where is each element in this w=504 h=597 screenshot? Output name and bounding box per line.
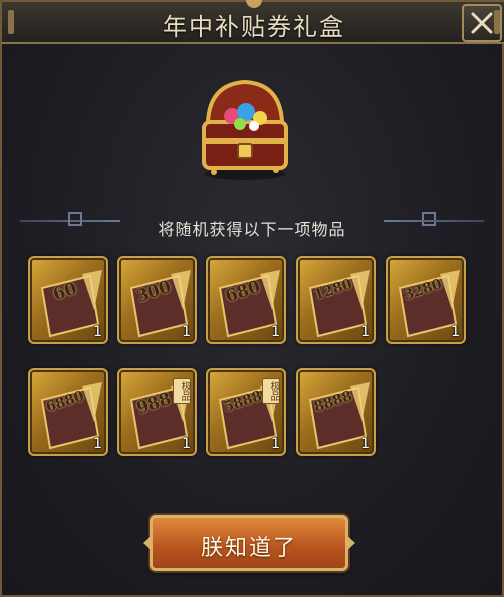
divider-ornament-right (422, 212, 436, 226)
divider-right (384, 220, 484, 222)
reward-dialog: 年中补贴券礼盒 将随机获得以下一项物品 60 1 300 1 680 1 128… (0, 0, 504, 597)
item-slot[interactable]: 680 1 (206, 256, 286, 344)
item-count: 1 (451, 324, 460, 340)
item-count: 1 (93, 324, 102, 340)
title-bar: 年中补贴券礼盒 (2, 0, 504, 44)
item-slot[interactable]: 1280 1 (296, 256, 376, 344)
item-slot[interactable]: 60 1 (28, 256, 108, 344)
item-slot[interactable]: 3280 1 (386, 256, 466, 344)
treasure-chest-icon (202, 79, 288, 180)
premium-badge: 极品 (262, 378, 280, 404)
confirm-button[interactable]: 朕知道了 (150, 515, 348, 571)
item-count: 1 (361, 436, 370, 452)
item-slot[interactable]: 988 极品 1 (117, 368, 197, 456)
item-count: 1 (182, 436, 191, 452)
dialog-title: 年中补贴券礼盒 (163, 13, 345, 41)
item-slot[interactable]: 300 1 (117, 256, 197, 344)
premium-badge: 极品 (173, 378, 191, 404)
item-count: 1 (182, 324, 191, 340)
item-count: 1 (271, 324, 280, 340)
close-icon (471, 12, 493, 34)
close-button[interactable] (462, 4, 502, 42)
item-count: 1 (271, 436, 280, 452)
item-count: 1 (93, 436, 102, 452)
item-slot[interactable]: 5888 极品 1 (206, 368, 286, 456)
item-slot[interactable]: 6880 1 (28, 368, 108, 456)
confirm-button-label: 朕知道了 (200, 536, 297, 561)
item-count: 1 (361, 324, 370, 340)
item-slot[interactable]: 8888 1 (296, 368, 376, 456)
